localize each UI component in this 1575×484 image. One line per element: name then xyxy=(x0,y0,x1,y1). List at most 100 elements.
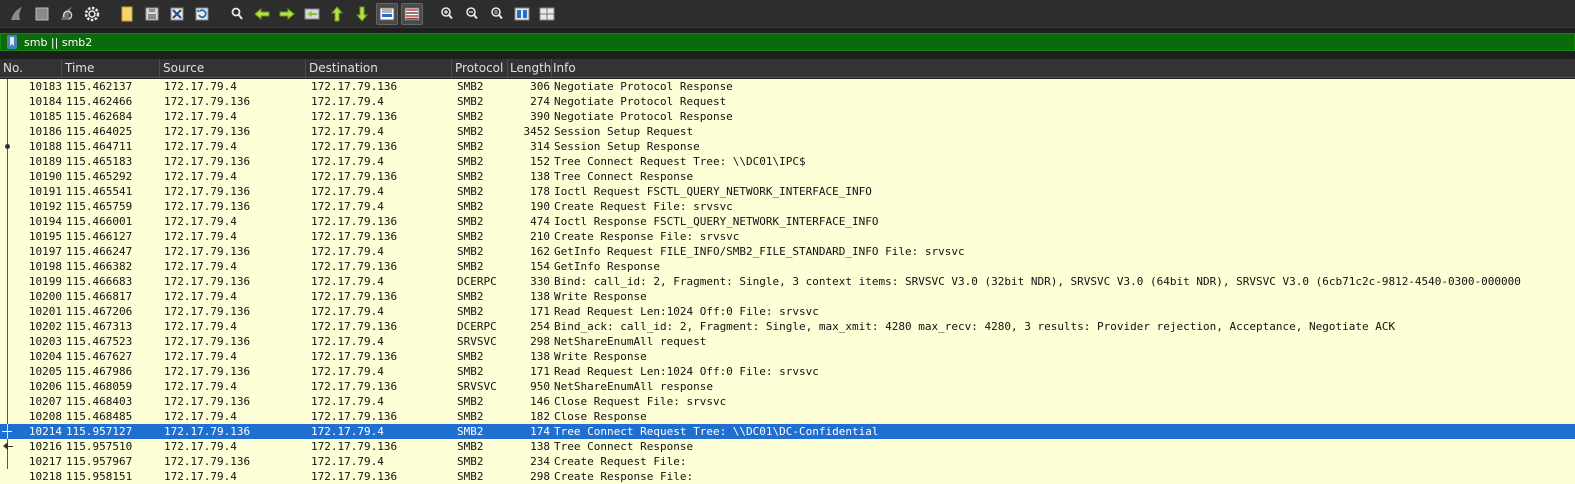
related-packet-marker xyxy=(0,124,12,139)
table-row[interactable]: 10207 115.468403 172.17.79.136 172.17.79.4 S… xyxy=(0,394,1575,409)
open-file-icon[interactable] xyxy=(116,3,138,25)
packet-time: 115.467206 xyxy=(66,305,133,318)
go-back-icon[interactable] xyxy=(251,3,273,25)
related-packet-marker xyxy=(0,259,12,274)
related-packet-marker xyxy=(0,184,12,199)
packet-no: 10199 xyxy=(28,275,62,288)
packet-length: 234 xyxy=(530,455,550,468)
packet-info: GetInfo Request FILE_INFO/SMB2_FILE_STAN… xyxy=(554,245,965,258)
packet-no: 10214 xyxy=(28,425,62,438)
table-row[interactable]: 10202 115.467313 172.17.79.4 172.17.79.136 D… xyxy=(0,319,1575,334)
packet-no: 10197 xyxy=(28,245,62,258)
packet-no: 10198 xyxy=(28,260,62,273)
packet-no: 10206 xyxy=(28,380,62,393)
table-row[interactable]: 10217 115.957967 172.17.79.136 172.17.79.4 S… xyxy=(0,454,1575,469)
table-row[interactable]: 10184 115.462466 172.17.79.136 172.17.79.4 S… xyxy=(0,94,1575,109)
packet-source: 172.17.79.4 xyxy=(164,380,237,393)
packet-length: 298 xyxy=(530,470,550,483)
table-row[interactable]: 10198 115.466382 172.17.79.4 172.17.79.136 S… xyxy=(0,259,1575,274)
packet-list-header: No. Time Source Destination Protocol Len… xyxy=(0,59,1575,78)
table-row-selected[interactable]: 10214 115.957127 172.17.79.136 172.17.79.4 S… xyxy=(0,424,1575,439)
packet-info: Negotiate Protocol Response xyxy=(554,110,733,123)
save-file-icon[interactable] xyxy=(141,3,163,25)
table-row[interactable]: 10195 115.466127 172.17.79.4 172.17.79.136 S… xyxy=(0,229,1575,244)
colorize-icon[interactable] xyxy=(400,2,423,25)
layout-icon[interactable] xyxy=(536,3,558,25)
packet-destination: 172.17.79.136 xyxy=(311,110,398,123)
packet-destination: 172.17.79.4 xyxy=(311,95,384,108)
table-row[interactable]: 10197 115.466247 172.17.79.136 172.17.79.4 S… xyxy=(0,244,1575,259)
packet-destination: 172.17.79.136 xyxy=(311,350,398,363)
column-header-length[interactable]: Length xyxy=(508,59,552,77)
table-row[interactable]: 10191 115.465541 172.17.79.136 172.17.79.4 S… xyxy=(0,184,1575,199)
capture-options-gear-icon[interactable] xyxy=(81,3,103,25)
table-row[interactable]: 10208 115.468485 172.17.79.4 172.17.79.136 S… xyxy=(0,409,1575,424)
table-row[interactable]: 10200 115.466817 172.17.79.4 172.17.79.136 S… xyxy=(0,289,1575,304)
table-row[interactable]: 10188 115.464711 172.17.79.4 172.17.79.136 S… xyxy=(0,139,1575,154)
packet-info: Create Request File: srvsvc xyxy=(554,200,733,213)
packet-info: Close Response xyxy=(554,410,647,423)
related-packet-marker xyxy=(0,379,12,394)
column-header-info[interactable]: Info xyxy=(550,59,1575,77)
display-filter-input[interactable] xyxy=(24,34,1524,50)
column-header-time[interactable]: Time xyxy=(62,59,160,77)
table-row[interactable]: 10199 115.466683 172.17.79.136 172.17.79.4 D… xyxy=(0,274,1575,289)
packet-destination: 172.17.79.136 xyxy=(311,170,398,183)
packet-info: Bind: call_id: 2, Fragment: Single, 3 co… xyxy=(554,275,1521,288)
packet-protocol: SMB2 xyxy=(457,110,484,123)
go-first-packet-icon[interactable] xyxy=(326,3,348,25)
shark-fin-start-icon[interactable] xyxy=(6,3,28,25)
stop-square-icon[interactable] xyxy=(31,3,53,25)
resize-columns-icon[interactable] xyxy=(511,3,533,25)
go-last-packet-icon[interactable] xyxy=(351,3,373,25)
table-row[interactable]: 10206 115.468059 172.17.79.4 172.17.79.136 S… xyxy=(0,379,1575,394)
packet-time: 115.468403 xyxy=(66,395,133,408)
close-file-icon[interactable] xyxy=(166,3,188,25)
table-row[interactable]: 10186 115.464025 172.17.79.136 172.17.79.4 S… xyxy=(0,124,1575,139)
go-forward-icon[interactable] xyxy=(276,3,298,25)
zoom-in-icon[interactable] xyxy=(436,3,458,25)
table-row[interactable]: 10185 115.462684 172.17.79.4 172.17.79.136 S… xyxy=(0,109,1575,124)
packet-length: 330 xyxy=(530,275,550,288)
packet-source: 172.17.79.4 xyxy=(164,140,237,153)
table-row[interactable]: 10203 115.467523 172.17.79.136 172.17.79.4 S… xyxy=(0,334,1575,349)
zoom-normal-icon[interactable] xyxy=(486,3,508,25)
find-packet-icon[interactable] xyxy=(226,3,248,25)
packet-time: 115.957127 xyxy=(66,425,133,438)
packet-time: 115.467986 xyxy=(66,365,133,378)
reload-file-icon[interactable] xyxy=(191,3,213,25)
table-row[interactable]: 10189 115.465183 172.17.79.136 172.17.79.4 S… xyxy=(0,154,1575,169)
auto-scroll-icon[interactable] xyxy=(375,2,398,25)
packet-protocol: SMB2 xyxy=(457,410,484,423)
go-to-packet-icon[interactable] xyxy=(301,3,323,25)
packet-protocol: SMB2 xyxy=(457,245,484,258)
packet-protocol: SMB2 xyxy=(457,200,484,213)
table-row[interactable]: 10183 115.462137 172.17.79.4 172.17.79.136 S… xyxy=(0,79,1575,94)
table-row[interactable]: 10192 115.465759 172.17.79.136 172.17.79.4 S… xyxy=(0,199,1575,214)
table-row[interactable]: 10190 115.465292 172.17.79.4 172.17.79.136 S… xyxy=(0,169,1575,184)
packet-protocol: SMB2 xyxy=(457,140,484,153)
column-header-destination[interactable]: Destination xyxy=(306,59,452,77)
column-header-source[interactable]: Source xyxy=(160,59,306,77)
shark-fin-restart-icon[interactable] xyxy=(56,3,78,25)
packet-destination: 172.17.79.4 xyxy=(311,395,384,408)
table-row[interactable]: 10201 115.467206 172.17.79.136 172.17.79.4 S… xyxy=(0,304,1575,319)
table-row[interactable]: 10205 115.467986 172.17.79.136 172.17.79.4 S… xyxy=(0,364,1575,379)
packet-info: Close Request File: srvsvc xyxy=(554,395,727,408)
packet-list[interactable]: 10183 115.462137 172.17.79.4 172.17.79.136 S… xyxy=(0,79,1575,484)
filter-bookmark-icon[interactable] xyxy=(4,34,20,50)
table-row[interactable]: 10218 115.958151 172.17.79.4 172.17.79.136 S… xyxy=(0,469,1575,484)
table-row[interactable]: 10216 115.957510 172.17.79.4 172.17.79.136 S… xyxy=(0,439,1575,454)
packet-destination: 172.17.79.4 xyxy=(311,200,384,213)
zoom-out-icon[interactable] xyxy=(461,3,483,25)
packet-no: 10195 xyxy=(28,230,62,243)
related-packet-marker xyxy=(0,244,12,259)
packet-length: 154 xyxy=(530,260,550,273)
table-row[interactable]: 10194 115.466001 172.17.79.4 172.17.79.136 S… xyxy=(0,214,1575,229)
column-header-protocol[interactable]: Protocol xyxy=(452,59,508,77)
related-packet-marker xyxy=(0,349,12,364)
column-header-no[interactable]: No. xyxy=(0,59,62,77)
packet-source: 172.17.79.4 xyxy=(164,470,237,483)
packet-destination: 172.17.79.4 xyxy=(311,185,384,198)
table-row[interactable]: 10204 115.467627 172.17.79.4 172.17.79.136 S… xyxy=(0,349,1575,364)
